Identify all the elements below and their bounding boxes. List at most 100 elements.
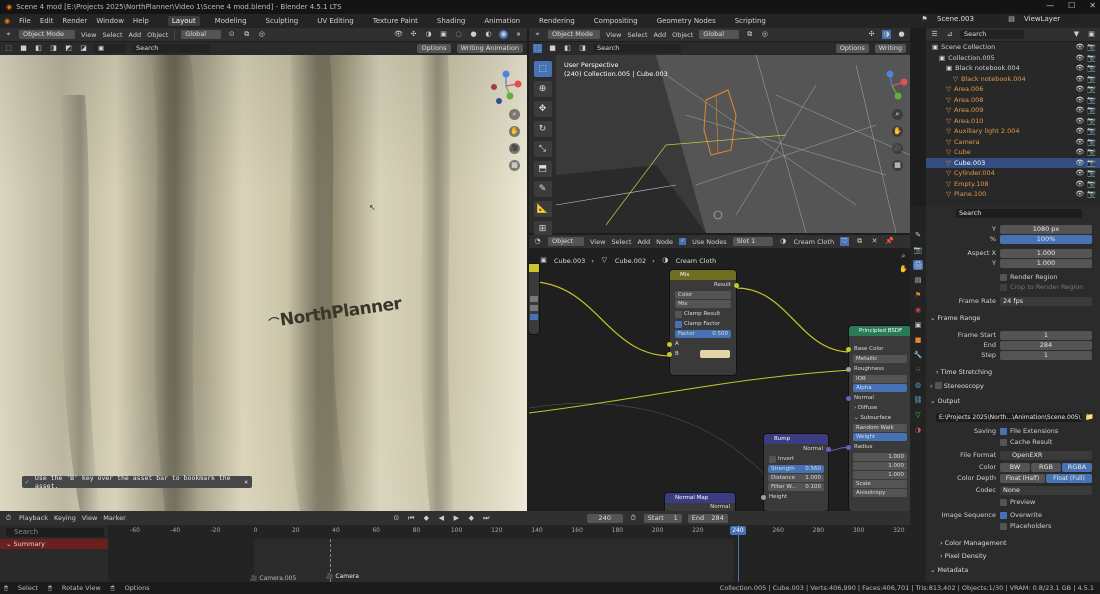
bsdf-diffuse-panel[interactable]: › Diffuse [849, 403, 910, 413]
outliner-row[interactable]: ▣ Collection.005 👁 📷 [926, 53, 1100, 64]
proportional-icon[interactable]: ◎ [760, 30, 769, 39]
viewport-left-render[interactable]: ⌕ ✋ 🎥 ▦ ⌒NorthPlanner ↖ [0, 55, 527, 511]
mode-subtract-icon[interactable]: ◨ [49, 44, 58, 53]
outliner-row[interactable]: ▣ Black notebook.004 👁 📷 [926, 63, 1100, 74]
eye-icon[interactable]: 👁 [1075, 116, 1084, 127]
preview-checkbox[interactable] [1000, 498, 1007, 506]
zoom-icon[interactable]: ⌕ [892, 109, 903, 120]
render-toggle-icon[interactable]: 📷 [1087, 126, 1096, 137]
editor-type-icon[interactable]: ⌖ [533, 30, 542, 39]
navigation-gizmo[interactable] [874, 70, 910, 110]
maximize-button[interactable]: ☐ [1068, 1, 1075, 10]
timeline-editor-icon[interactable]: ⏱ [4, 514, 13, 523]
mode-selector[interactable]: Object Mode [548, 30, 600, 39]
shading-material-icon[interactable]: ◐ [484, 30, 493, 39]
principled-bsdf-node[interactable]: Principled BSDF Base Color Metallic Roug… [846, 326, 910, 511]
mode-selector[interactable]: Object Mode [19, 30, 75, 39]
outliner-row[interactable]: ▽ Area.006 👁 📷 [926, 84, 1100, 95]
socket-output[interactable] [734, 282, 739, 288]
navigation-gizmo[interactable] [488, 70, 524, 110]
particles-tab-icon[interactable]: ⁘ [913, 365, 923, 375]
color-rgba-button[interactable]: RGBA [1062, 462, 1092, 472]
new-collection-icon[interactable]: ▣ [1087, 30, 1096, 39]
menu-help[interactable]: Help [133, 17, 149, 25]
color-management-panel[interactable]: › Color Management [940, 538, 1100, 549]
select-tool-icon[interactable]: ⬚ [533, 61, 552, 77]
socket-output[interactable] [826, 446, 831, 452]
output-panel[interactable]: ⌄ Output [930, 396, 1096, 407]
outliner-row[interactable]: ▽ Camera 👁 📷 [926, 137, 1100, 148]
eye-icon[interactable]: 👁 [1075, 189, 1084, 200]
socket-input[interactable] [846, 444, 851, 450]
duplicate-icon[interactable]: ⧉ [855, 237, 864, 246]
outliner-row[interactable]: ▽ Black notebook.004 👁 📷 [926, 74, 1100, 85]
material-tab-icon[interactable]: ◑ [913, 425, 923, 435]
annotate-tool-icon[interactable]: ✎ [533, 181, 552, 197]
eye-icon[interactable]: 👁 [1075, 74, 1084, 85]
depth-full-button[interactable]: Float (Full) [1046, 473, 1092, 483]
funnel-icon[interactable]: ▼ [1072, 30, 1081, 39]
mode-invert-icon[interactable]: ◩ [64, 44, 73, 53]
current-frame-field[interactable]: 240 [586, 513, 623, 523]
tab-layout[interactable]: Layout [167, 16, 200, 26]
mix-node[interactable]: Mix Result Color Mix Clamp Result Clamp … [667, 270, 739, 375]
outliner-row[interactable]: ▽ Area.009 👁 📷 [926, 105, 1100, 116]
bump-node[interactable]: Bump Normal Invert Strength 0.560 Distanc… [761, 434, 831, 511]
output-path-field[interactable]: E:\Projects 2025\North...\Animation\Scen… [936, 412, 1082, 422]
crop-region-checkbox[interactable] [1000, 283, 1007, 291]
shading-solid-icon[interactable]: ● [897, 30, 906, 39]
node-editor-canvas[interactable]: ▣ Cube.003 › ▽ Cube.002 › ◑ Cream Cloth … [529, 248, 910, 511]
res-y-field[interactable]: 1080 px [1000, 224, 1092, 234]
menu-add[interactable]: Add [654, 31, 667, 39]
options-button[interactable]: Options [835, 44, 869, 53]
render-tab-icon[interactable]: 📷 [913, 245, 923, 255]
rotate-tool-icon[interactable]: ↻ [533, 121, 552, 137]
timeline-track[interactable]: -60 -40 -20 0 20 40 60 80 100 120 140 160 180 200 220 2… [108, 525, 910, 582]
color-bw-button[interactable]: BW [1000, 462, 1030, 472]
metadata-panel[interactable]: ⌄ Metadata [930, 565, 1096, 576]
mode-extend-icon[interactable]: ◧ [563, 44, 572, 53]
outliner-editor-icon[interactable]: ☰ [930, 30, 939, 39]
gizmo-icon[interactable]: ✣ [867, 30, 876, 39]
bump-header[interactable]: Bump [764, 434, 828, 444]
render-toggle-icon[interactable]: 📷 [1087, 95, 1096, 106]
jump-start-icon[interactable]: ⏮ [407, 514, 416, 523]
tab-uv-editing[interactable]: UV Editing [313, 16, 358, 26]
menu-view[interactable]: View [590, 238, 605, 246]
jump-end-icon[interactable]: ⏭ [482, 514, 491, 523]
outliner-search[interactable]: Search [960, 30, 1024, 39]
asset-search[interactable]: Search [593, 44, 681, 53]
menu-view[interactable]: View [81, 31, 96, 39]
outliner-row[interactable]: ▽ Auxiliary light 2.004 👁 📷 [926, 126, 1100, 137]
mode-new-icon[interactable]: ■ [548, 44, 557, 53]
outliner-row[interactable]: ▽ Cube 👁 📷 [926, 147, 1100, 158]
shading-rendered-icon[interactable]: ◉ [499, 30, 508, 39]
writing-animation-button[interactable]: Writing Animation [456, 44, 523, 53]
channel-search[interactable]: Search [6, 528, 104, 537]
shader-editor-icon[interactable]: ◔ [533, 237, 542, 246]
render-toggle-icon[interactable]: 📷 [1087, 63, 1096, 74]
render-toggle-icon[interactable]: 📷 [1087, 74, 1096, 85]
color-swatch[interactable] [700, 350, 730, 358]
eye-icon[interactable]: 👁 [1075, 53, 1084, 64]
summary-channel[interactable]: ⌄ Summary [0, 539, 108, 549]
pause-render-icon[interactable]: ⏸ [514, 30, 523, 39]
eye-icon[interactable]: 👁 [1075, 137, 1084, 148]
shading-solid-icon[interactable]: ● [469, 30, 478, 39]
collection-tab-icon[interactable]: ▣ [913, 320, 923, 330]
tab-sculpting[interactable]: Sculpting [262, 16, 303, 26]
render-toggle-icon[interactable]: 📷 [1087, 53, 1096, 64]
eye-icon[interactable]: 👁 [1075, 147, 1084, 158]
transform-orientation[interactable]: Global [181, 30, 222, 39]
cursor-tool-icon[interactable]: ⊕ [533, 81, 552, 97]
play-reverse-icon[interactable]: ◀ [437, 514, 446, 523]
tab-animation[interactable]: Animation [480, 16, 524, 26]
socket-input[interactable] [846, 366, 851, 372]
tab-shading[interactable]: Shading [433, 16, 469, 26]
stereoscopy-panel[interactable]: › Stereoscopy [930, 381, 1096, 392]
tab-modeling[interactable]: Modeling [211, 16, 251, 26]
proportional-icon[interactable]: ◎ [257, 30, 266, 39]
render-toggle-icon[interactable]: 📷 [1087, 105, 1096, 116]
socket-input[interactable] [846, 346, 851, 352]
scene-tab-icon[interactable]: ⚑ [913, 290, 923, 300]
